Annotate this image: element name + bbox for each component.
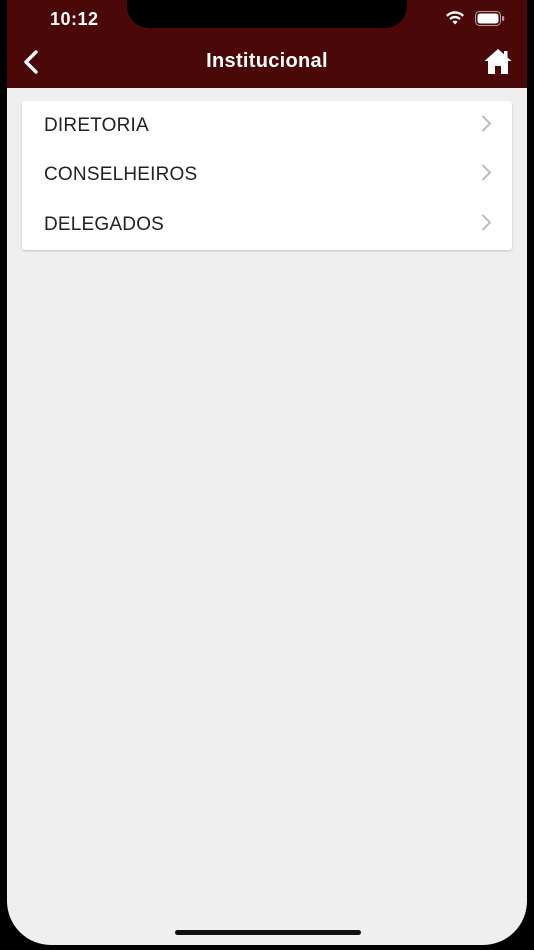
menu-item-delegados[interactable]: DELEGADOS [22,200,512,250]
status-icons [444,10,505,26]
status-time: 10:12 [50,9,99,29]
home-icon [483,47,513,80]
menu-item-label: CONSELHEIROS [44,164,198,186]
device-notch [127,0,407,28]
home-indicator[interactable] [175,930,361,935]
menu-item-conselheiros[interactable]: CONSELHEIROS [22,151,512,201]
menu-item-label: DIRETORIA [44,114,149,136]
phone-device: 10:12 Institucional DIRETORIA CONSELHEIR… [0,0,534,950]
page-title: Institucional [206,50,328,72]
chevron-right-icon [480,114,492,137]
battery-icon [475,10,505,26]
navigation-header: 10:12 Institucional [7,0,527,88]
chevron-right-icon [480,164,492,187]
chevron-right-icon [480,213,492,236]
home-button[interactable] [481,46,515,80]
app-screen: 10:12 Institucional DIRETORIA CONSELHEIR… [7,0,527,945]
wifi-icon [444,10,466,26]
menu-list: DIRETORIA CONSELHEIROS DELEGADOS [22,101,512,250]
menu-item-label: DELEGADOS [44,213,165,235]
menu-item-diretoria[interactable]: DIRETORIA [22,101,512,151]
